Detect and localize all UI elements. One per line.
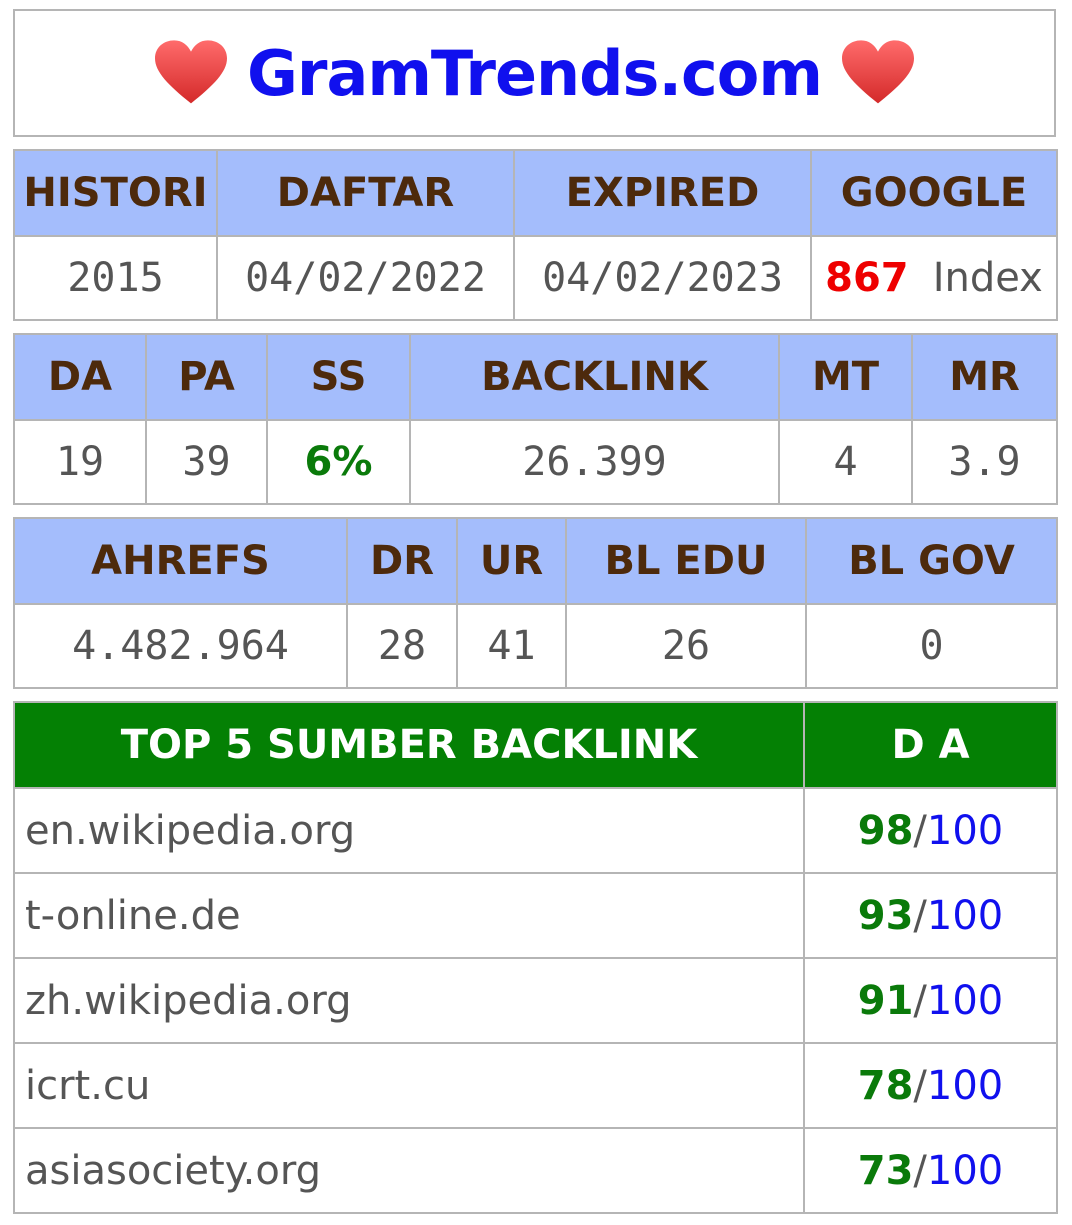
header-ur: UR bbox=[456, 517, 567, 605]
header-da: DA bbox=[13, 333, 147, 421]
header-google: GOOGLE bbox=[810, 149, 1058, 237]
backlink-da: 91/100 bbox=[803, 957, 1058, 1044]
table-row: asiasociety.org 73/100 bbox=[13, 1127, 1058, 1214]
da-score: 98 bbox=[857, 807, 914, 854]
header-daftar: DAFTAR bbox=[216, 149, 515, 237]
bl-gov-value: 0 bbox=[805, 603, 1058, 689]
header-ss: SS bbox=[266, 333, 411, 421]
header-da-score: D A bbox=[803, 701, 1058, 789]
header-histori: HISTORI bbox=[13, 149, 218, 237]
header-ahrefs: AHREFS bbox=[13, 517, 348, 605]
table-row: zh.wikipedia.org 91/100 bbox=[13, 957, 1058, 1044]
backlink-da: 98/100 bbox=[803, 787, 1058, 874]
backlink-site[interactable]: zh.wikipedia.org bbox=[13, 957, 805, 1044]
title-banner: GramTrends.com bbox=[13, 9, 1056, 137]
heart-icon bbox=[841, 40, 914, 104]
header-bl-gov: BL GOV bbox=[805, 517, 1058, 605]
table-row: en.wikipedia.org 98/100 bbox=[13, 787, 1058, 874]
google-index-count: 867 bbox=[825, 255, 909, 301]
backlink-value: 26.399 bbox=[409, 419, 780, 505]
google-index-cell: 867 Index bbox=[810, 235, 1058, 321]
da-slash: / bbox=[913, 1147, 927, 1194]
mt-value: 4 bbox=[778, 419, 913, 505]
da-slash: / bbox=[913, 892, 927, 939]
daftar-value: 04/02/2022 bbox=[216, 235, 515, 321]
domain-info-table: HISTORI DAFTAR EXPIRED GOOGLE 2015 04/02… bbox=[13, 149, 1058, 321]
header-pa: PA bbox=[145, 333, 268, 421]
google-index-label: Index bbox=[932, 255, 1043, 301]
top-backlinks-table: TOP 5 SUMBER BACKLINK D A en.wikipedia.o… bbox=[13, 701, 1058, 1214]
backlink-site[interactable]: icrt.cu bbox=[13, 1042, 805, 1129]
da-score: 93 bbox=[857, 892, 914, 939]
ahrefs-value: 4.482.964 bbox=[13, 603, 348, 689]
mr-value: 3.9 bbox=[911, 419, 1058, 505]
da-max: 100 bbox=[926, 892, 1004, 939]
expired-value: 04/02/2023 bbox=[513, 235, 812, 321]
dr-value: 28 bbox=[346, 603, 458, 689]
table-row: icrt.cu 78/100 bbox=[13, 1042, 1058, 1129]
ahrefs-metrics-table: AHREFS DR UR BL EDU BL GOV 4.482.964 28 … bbox=[13, 517, 1058, 689]
header-bl-edu: BL EDU bbox=[565, 517, 807, 605]
heart-icon bbox=[155, 40, 228, 104]
backlink-site[interactable]: en.wikipedia.org bbox=[13, 787, 805, 874]
header-mt: MT bbox=[778, 333, 913, 421]
header-backlink: BACKLINK bbox=[409, 333, 780, 421]
backlink-site[interactable]: t-online.de bbox=[13, 872, 805, 959]
da-score: 91 bbox=[857, 977, 914, 1024]
backlink-da: 73/100 bbox=[803, 1127, 1058, 1214]
backlink-da: 78/100 bbox=[803, 1042, 1058, 1129]
da-slash: / bbox=[913, 807, 927, 854]
da-score: 73 bbox=[857, 1147, 914, 1194]
da-max: 100 bbox=[926, 807, 1004, 854]
bl-edu-value: 26 bbox=[565, 603, 807, 689]
backlink-da: 93/100 bbox=[803, 872, 1058, 959]
header-mr: MR bbox=[911, 333, 1058, 421]
histori-value: 2015 bbox=[13, 235, 218, 321]
header-top-backlinks: TOP 5 SUMBER BACKLINK bbox=[13, 701, 805, 789]
header-expired: EXPIRED bbox=[513, 149, 812, 237]
backlink-site[interactable]: asiasociety.org bbox=[13, 1127, 805, 1214]
da-slash: / bbox=[913, 977, 927, 1024]
header-dr: DR bbox=[346, 517, 458, 605]
ss-value: 6% bbox=[304, 439, 373, 485]
ss-cell: 6% bbox=[266, 419, 411, 505]
pa-value: 39 bbox=[145, 419, 268, 505]
site-title[interactable]: GramTrends.com bbox=[247, 37, 823, 110]
da-score: 78 bbox=[857, 1062, 914, 1109]
da-max: 100 bbox=[926, 1062, 1004, 1109]
moz-metrics-table: DA PA SS BACKLINK MT MR 19 39 6% 26.399 … bbox=[13, 333, 1058, 505]
da-value: 19 bbox=[13, 419, 147, 505]
ur-value: 41 bbox=[456, 603, 567, 689]
table-row: t-online.de 93/100 bbox=[13, 872, 1058, 959]
da-max: 100 bbox=[926, 977, 1004, 1024]
da-max: 100 bbox=[926, 1147, 1004, 1194]
da-slash: / bbox=[913, 1062, 927, 1109]
